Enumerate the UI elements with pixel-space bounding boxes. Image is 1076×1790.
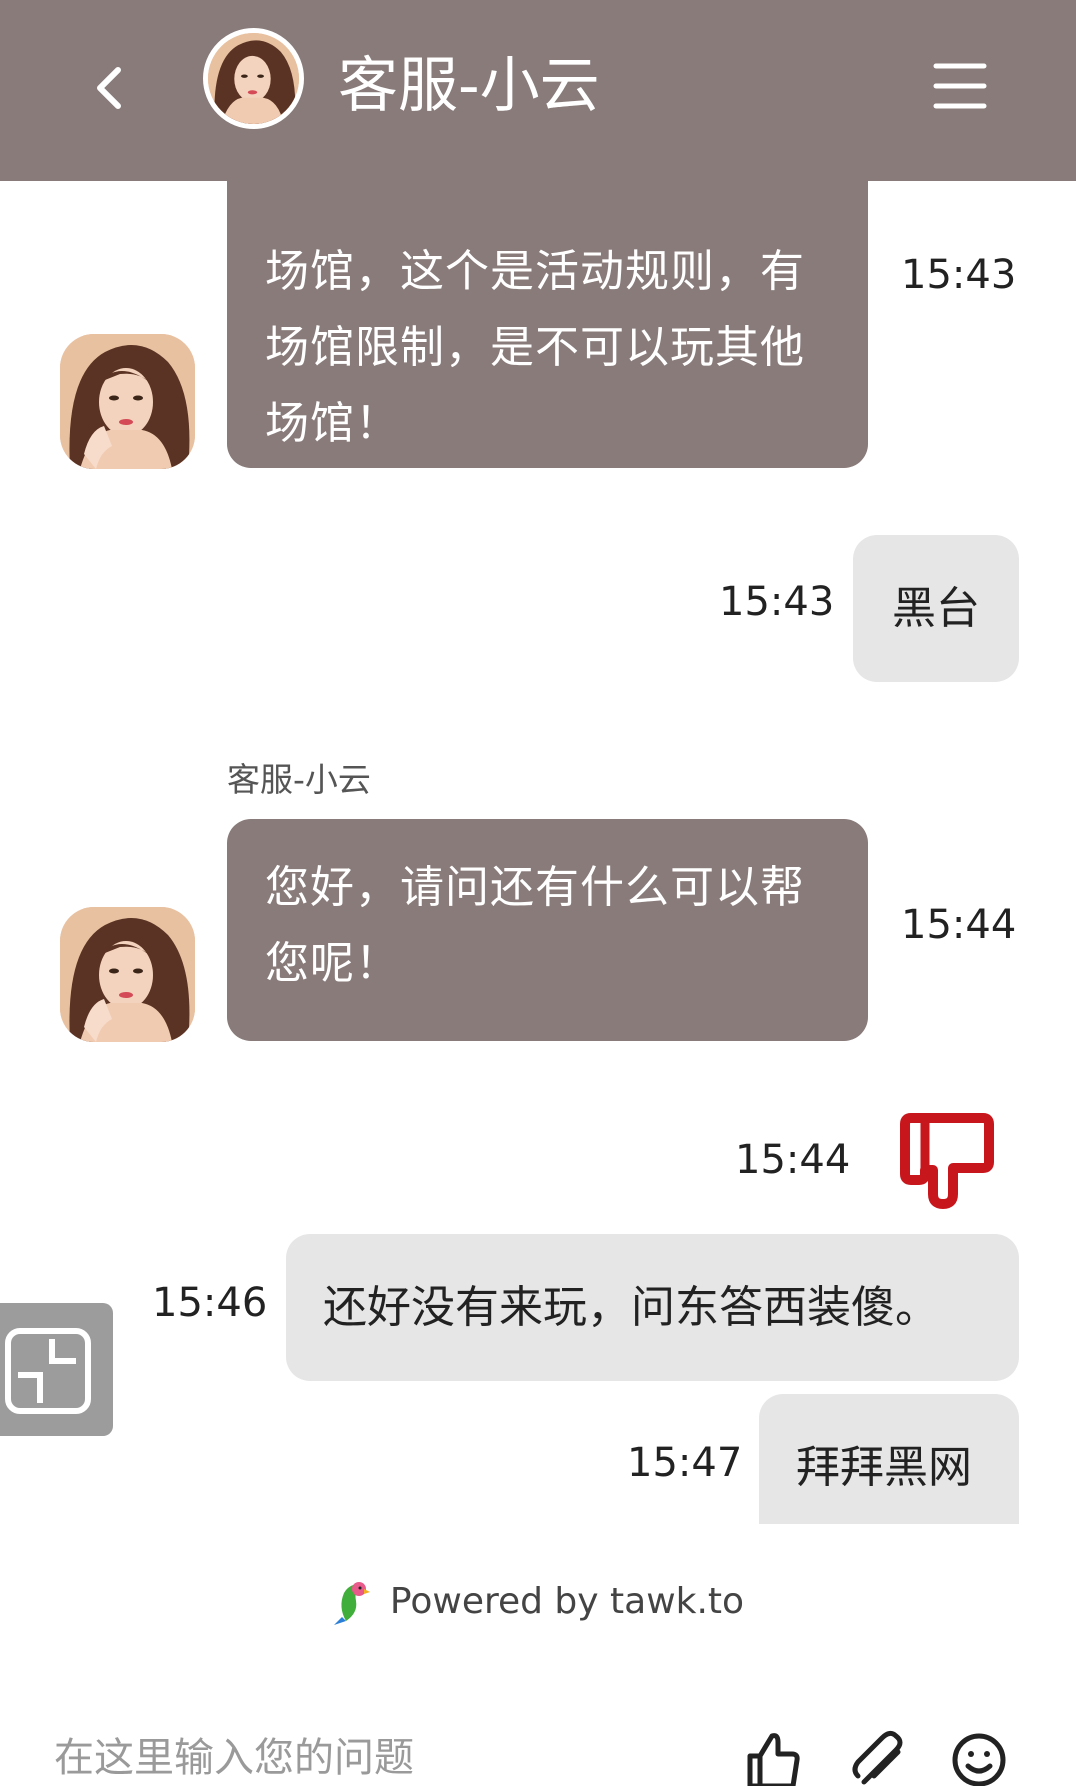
hamburger-menu-icon [933, 63, 987, 109]
message-timestamp: 15:46 [152, 1280, 268, 1326]
message-line: 您好，请问还有什么可以帮 [265, 862, 805, 913]
paperclip-icon[interactable] [852, 1730, 908, 1786]
message-line: 您呢！ [265, 938, 400, 989]
rating-timestamp: 15:44 [735, 1137, 851, 1183]
message-timestamp: 15:44 [901, 902, 1017, 948]
avatar-image [60, 907, 195, 1042]
powered-by-text: Powered by tawk.to [389, 1580, 745, 1622]
minimize-button[interactable] [0, 1303, 113, 1436]
chat-header: 客服-小云 [0, 0, 1076, 181]
chat-transcript: 场馆，这个是活动规则，有 场馆限制，是不可以玩其他 场馆！ 黑台 客服-小云 您… [0, 0, 1076, 1540]
agent-message-bubble: 您好，请问还有什么可以帮 您呢！ [227, 819, 868, 1041]
header-agent-avatar [203, 28, 304, 129]
visitor-message-bubble: 还好没有来玩，问东答西装傻。 [286, 1234, 1019, 1381]
powered-by-banner[interactable]: Powered by tawk.to [0, 1566, 1076, 1636]
thumbs-up-icon[interactable] [744, 1730, 800, 1789]
thumbs-down-icon [895, 1110, 997, 1210]
agent-name-label: 客服-小云 [227, 760, 371, 799]
message-text: 拜拜黑网 [796, 1442, 972, 1493]
message-text: 黑台 [892, 583, 980, 634]
message-composer [0, 1700, 1076, 1789]
back-button[interactable] [80, 52, 140, 124]
message-timestamp: 15:43 [901, 252, 1017, 298]
avatar-image [60, 334, 195, 469]
chevron-left-icon [97, 67, 121, 109]
message-input[interactable] [54, 1728, 694, 1788]
message-text: 还好没有来玩，问东答西装傻。 [323, 1282, 939, 1333]
message-timestamp: 15:43 [719, 579, 835, 625]
visitor-message-bubble: 拜拜黑网 [759, 1394, 1019, 1524]
message-line: 场馆限制，是不可以玩其他 [265, 322, 805, 373]
message-line: 场馆！ [265, 398, 400, 449]
agent-avatar [60, 907, 195, 1042]
menu-button[interactable] [932, 56, 988, 116]
emoji-icon[interactable] [951, 1730, 1007, 1787]
header-title: 客服-小云 [338, 51, 600, 121]
agent-avatar [60, 334, 195, 469]
tawk-parrot-icon [333, 1582, 370, 1625]
message-timestamp: 15:47 [627, 1440, 743, 1486]
avatar-image [208, 33, 299, 124]
message-line: 场馆，这个是活动规则，有 [265, 246, 805, 297]
visitor-message-bubble: 黑台 [853, 535, 1019, 682]
collapse-icon [5, 1328, 91, 1414]
